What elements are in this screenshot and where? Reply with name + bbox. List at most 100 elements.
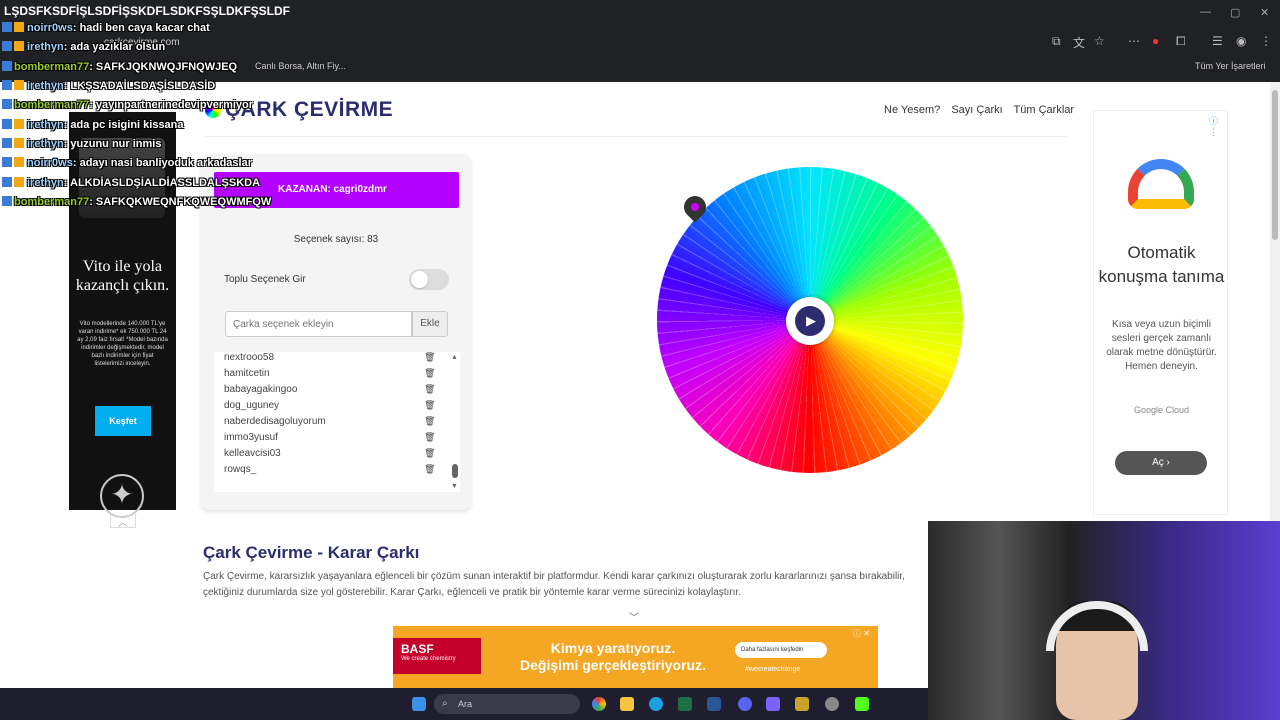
bookmark-item[interactable]: Canlı Borsa, Altın Fiy... bbox=[255, 61, 346, 71]
headphones-icon bbox=[1046, 601, 1148, 651]
ad-source: Google Cloud bbox=[1133, 405, 1190, 415]
list-item: immo3yusuf 🗑 bbox=[224, 432, 435, 448]
bookmarks-folder[interactable]: Tüm Yer İşaretleri bbox=[1195, 61, 1266, 71]
profile-icon[interactable]: ◉ bbox=[1236, 34, 1246, 48]
scroll-thumb[interactable] bbox=[452, 464, 458, 478]
windows-start-icon[interactable] bbox=[412, 697, 426, 711]
option-input[interactable] bbox=[225, 311, 412, 337]
option-label: nextrooo58 bbox=[224, 352, 275, 363]
option-label: babayagakingoo bbox=[224, 384, 298, 395]
list-item: nextrooo58 🗑 bbox=[224, 352, 435, 368]
chat-message: bomberman77: yayınpartnerinedevipvermiyo… bbox=[2, 99, 253, 117]
trash-icon[interactable]: 🗑 bbox=[424, 352, 435, 363]
trash-icon[interactable]: 🗑 bbox=[424, 384, 435, 395]
windows-taskbar: ⌕ Ara bbox=[0, 688, 928, 720]
google-cloud-logo-icon bbox=[1118, 149, 1204, 209]
trash-icon[interactable]: 🗑 bbox=[424, 416, 435, 427]
trash-icon[interactable]: 🗑 bbox=[424, 368, 435, 379]
chevron-down-icon[interactable]: ﹀ bbox=[620, 609, 648, 624]
kick-icon[interactable] bbox=[855, 697, 869, 711]
option-label: hamitcetin bbox=[224, 368, 270, 379]
teams-icon[interactable] bbox=[766, 697, 780, 711]
mercedes-logo-icon: ✦ bbox=[100, 474, 144, 518]
ad-headline: Kimya yaratıyoruz. Değişimi gerçekleştiri… bbox=[520, 640, 706, 673]
bulk-input-toggle[interactable] bbox=[409, 269, 449, 290]
chevron-up-icon[interactable]: ︿ bbox=[110, 514, 136, 529]
scroll-thumb[interactable] bbox=[1272, 90, 1278, 240]
settings-gear-icon[interactable] bbox=[825, 697, 839, 711]
option-label: rowqs_ bbox=[224, 464, 257, 475]
search-icon: ⌕ bbox=[442, 698, 448, 709]
puzzle-icon[interactable]: ⧠ bbox=[1176, 34, 1186, 49]
ad-text: Kısa veya uzun biçimli sesleri gerçek za… bbox=[1106, 319, 1217, 372]
chrome-icon[interactable] bbox=[592, 697, 606, 711]
trash-icon[interactable]: 🗑 bbox=[424, 448, 435, 459]
option-label: naberdedisagoluyorum bbox=[224, 416, 326, 427]
chat-message: bomberman77: SAFKJQKNWQJFNQWJEQ bbox=[2, 61, 237, 79]
menu-icon[interactable]: ⋮ bbox=[1260, 34, 1272, 48]
bottom-ad-basf[interactable]: BASF We create chemistry Kimya yaratıyoru… bbox=[393, 626, 878, 688]
maximize-icon[interactable]: ▢ bbox=[1230, 6, 1240, 19]
playlist-icon[interactable]: ☰ bbox=[1212, 34, 1223, 48]
file-explorer-icon[interactable] bbox=[620, 697, 634, 711]
nav-link-tum-carklar[interactable]: Tüm Çarklar bbox=[1014, 104, 1075, 116]
close-icon[interactable]: ✕ bbox=[1260, 6, 1269, 19]
nav-divider bbox=[203, 136, 1067, 137]
option-list[interactable]: nextrooo58 🗑 hamitcetin 🗑 babayagakingoo 🗑 … bbox=[214, 352, 460, 492]
chat-message: noirr0ws: adayı nasi banliyoduk arkadasl… bbox=[2, 157, 252, 175]
chat-message: irethyn: ALKDİASLDŞİALDİASSLDALŞSKDA bbox=[2, 177, 260, 195]
taskbar-search[interactable]: ⌕ Ara bbox=[434, 694, 580, 714]
bulk-input-label: Toplu Seçenek Gir bbox=[224, 274, 306, 285]
list-item: kelleavcisi03 🗑 bbox=[224, 448, 435, 464]
trash-icon[interactable]: 🗑 bbox=[424, 464, 435, 475]
edge-icon[interactable] bbox=[649, 697, 663, 711]
word-icon[interactable] bbox=[707, 697, 721, 711]
site-nav: Ne Yesem? Sayı Çarkı Tüm Çarklar bbox=[884, 104, 1082, 116]
play-icon: ▶ bbox=[795, 306, 825, 336]
ad-cta-button[interactable]: Daha fazlasını keşfedin bbox=[735, 642, 827, 658]
address-bar[interactable]: carkcevirme.com bbox=[96, 33, 1036, 51]
chat-message: irethyn: ada yazıklar olsun bbox=[2, 41, 165, 59]
ad-info-icon[interactable]: ⓘ ⋮ bbox=[1209, 114, 1227, 138]
toggle-knob bbox=[411, 271, 428, 288]
trash-icon[interactable]: 🗑 bbox=[424, 432, 435, 443]
right-ad-google-cloud[interactable]: ⓘ ⋮ Otomatik konuşma tanıma Kısa veya uz… bbox=[1093, 110, 1228, 515]
basf-logo: BASF We create chemistry bbox=[393, 638, 481, 674]
app-icon[interactable] bbox=[795, 697, 809, 711]
chat-message: irethyn: yuzunu nur inmis bbox=[2, 138, 161, 156]
ad-open-button[interactable]: Aç › bbox=[1115, 451, 1207, 475]
minimize-icon[interactable]: — bbox=[1200, 6, 1211, 18]
list-item: hamitcetin 🗑 bbox=[224, 368, 435, 384]
section-title: Çark Çevirme - Karar Çarkı bbox=[203, 543, 420, 562]
stream-title: LŞDSFKSDFİŞLSDFİŞSKDFLSDKFSŞLDKFŞSLDF bbox=[4, 4, 291, 18]
scroll-up-icon[interactable]: ▲ bbox=[451, 354, 458, 361]
list-scrollbar[interactable]: ▲ ▼ bbox=[450, 352, 460, 492]
spin-button[interactable]: ▶ bbox=[786, 297, 834, 345]
add-option-button[interactable]: Ekle bbox=[412, 311, 448, 337]
list-item: dog_uguney 🗑 bbox=[224, 400, 435, 416]
nav-link-sayi-carki[interactable]: Sayı Çarkı bbox=[951, 104, 1002, 116]
ad-close-icon[interactable]: ⓘ ✕ bbox=[853, 628, 870, 639]
chat-message: bomberman77: SAFKQKWEQNFKQWEQWMFQW bbox=[2, 196, 271, 214]
adblock-icon[interactable]: ● bbox=[1152, 34, 1159, 48]
option-label: dog_uguney bbox=[224, 400, 280, 411]
chat-message: noirr0ws: hadi ben caya kacar chat bbox=[2, 22, 210, 40]
extensions-icon[interactable]: ⋯ bbox=[1128, 34, 1140, 48]
nav-link-ne-yesem[interactable]: Ne Yesem? bbox=[884, 104, 940, 116]
section-description: Çark Çevirme, kararsızlık yaşayanlara eğ… bbox=[203, 571, 905, 598]
ad-text: Vito modellerinde 140.000 TL'ye varan in… bbox=[77, 321, 168, 367]
excel-icon[interactable] bbox=[678, 697, 692, 711]
list-item: rowqs_ 🗑 bbox=[224, 464, 435, 480]
webcam-overlay bbox=[928, 521, 1280, 720]
option-count: Seçenek sayısı: 83 bbox=[293, 234, 379, 245]
translate-icon[interactable]: 文 bbox=[1073, 34, 1085, 51]
bookmark-star-icon[interactable]: ☆ bbox=[1094, 34, 1105, 48]
ad-hashtag: #wecreatechange bbox=[745, 666, 801, 673]
scroll-down-icon[interactable]: ▼ bbox=[451, 483, 458, 490]
discord-icon[interactable] bbox=[738, 697, 752, 711]
chat-message: irethyn: ada pc isigini kissana bbox=[2, 119, 184, 137]
cast-icon[interactable]: ⧉ bbox=[1052, 34, 1061, 49]
ad-headline: Otomatik konuşma tanıma bbox=[1098, 243, 1225, 286]
ad-kesfet-button[interactable]: Keşfet bbox=[95, 406, 151, 436]
trash-icon[interactable]: 🗑 bbox=[424, 400, 435, 411]
